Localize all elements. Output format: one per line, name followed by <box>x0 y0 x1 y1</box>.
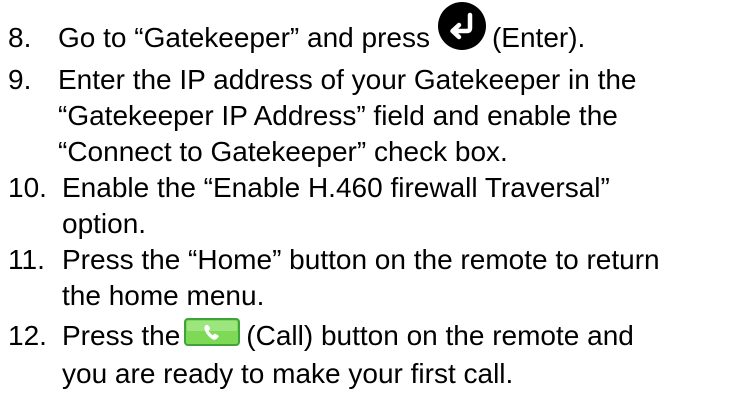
step-text-after-icon: (Call) button on the remote and <box>246 320 634 351</box>
step-text-after-icon: (Enter). <box>491 22 586 53</box>
step-text: Go to “Gatekeeper” and press <box>58 22 430 53</box>
step-text: Press the <box>62 320 181 351</box>
step-9-continuation: “Gatekeeper IP Address” field and enable… <box>58 100 618 131</box>
step-number: 9. <box>8 64 32 95</box>
call-icon <box>184 317 241 346</box>
step-12: 12. Press the (Call) button on the remote… <box>8 317 634 354</box>
step-text-line: Enter the IP address of your Gatekeeper … <box>58 64 637 95</box>
step-number: 12. <box>8 320 47 351</box>
step-12-continuation: you are ready to make your first call. <box>62 358 514 389</box>
enter-icon <box>437 1 486 50</box>
step-number: 11. <box>8 244 45 275</box>
step-number: 10. <box>8 172 47 203</box>
instruction-document: 8. Go to “Gatekeeper” and press (Enter). … <box>0 0 745 403</box>
step-number: 8. <box>8 22 32 53</box>
step-text-line: Press the “Home” button on the remote to… <box>62 244 660 275</box>
step-9: 9. Enter the IP address of your Gatekeepe… <box>8 62 637 98</box>
step-10: 10. Enable the “Enable H.460 firewall Tra… <box>8 170 610 206</box>
step-11: 11. Press the “Home” button on the remote… <box>8 242 660 278</box>
step-11-continuation: the home menu. <box>62 280 265 311</box>
step-text-line: Enable the “Enable H.460 firewall Traver… <box>62 172 610 203</box>
step-9-continuation: “Connect to Gatekeeper” check box. <box>58 136 508 167</box>
step-10-continuation: option. <box>62 208 147 239</box>
step-8: 8. Go to “Gatekeeper” and press (Enter). <box>8 1 586 56</box>
